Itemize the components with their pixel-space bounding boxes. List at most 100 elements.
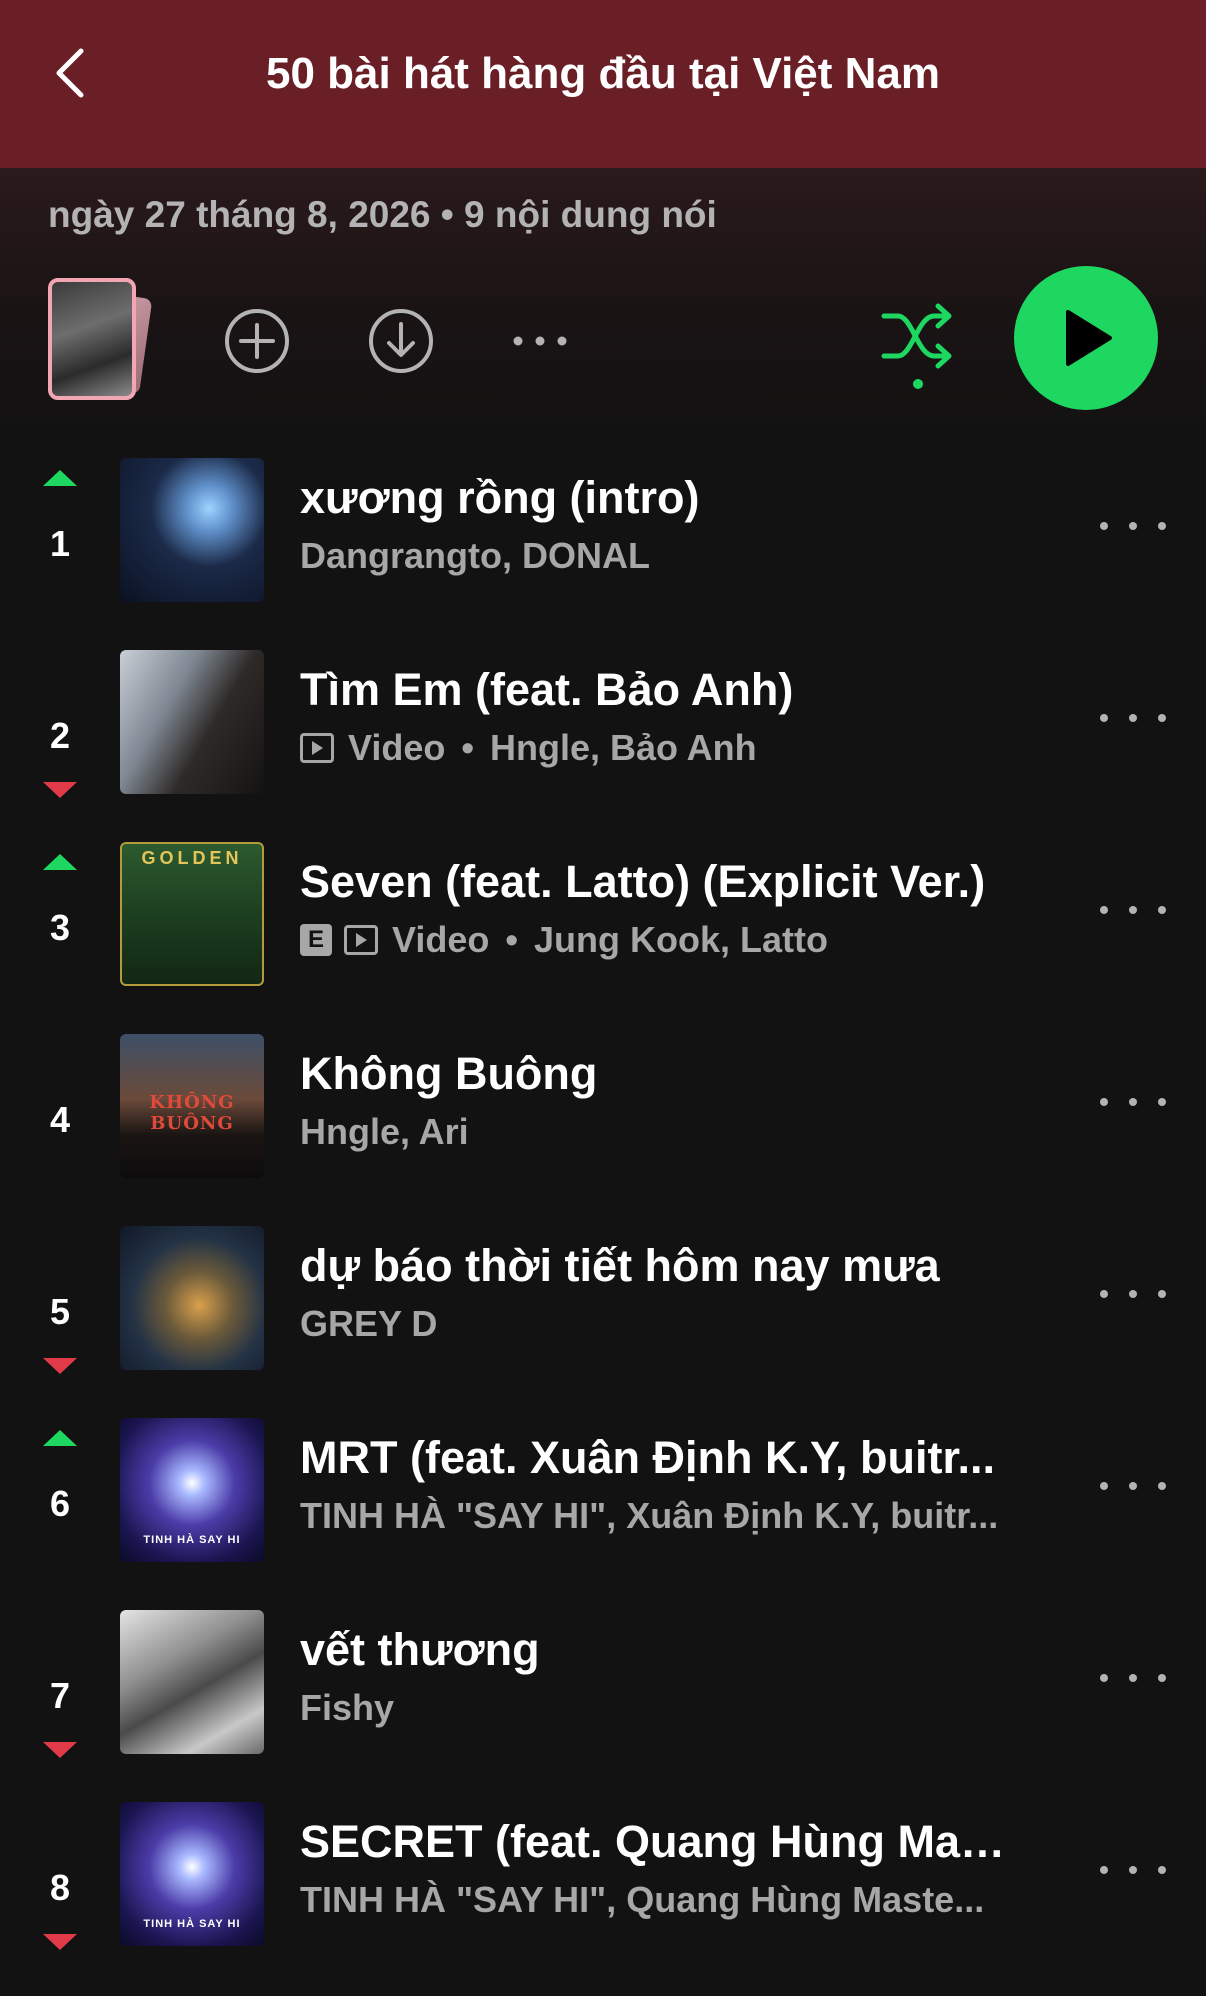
track-info: MRT (feat. Xuân Định K.Y, buitr... TINH H…	[300, 1428, 1020, 1544]
track-title: SECRET (feat. Quang Hùng Mas...	[300, 1816, 1020, 1867]
track-info: Tìm Em (feat. Bảo Anh) Video • Hngle, Bảo A…	[300, 660, 1020, 776]
album-art: GOLDEN	[120, 842, 264, 986]
ellipsis-dot-icon	[1129, 906, 1137, 914]
ellipsis-dot-icon	[1129, 1098, 1137, 1106]
download-circle-icon	[369, 309, 433, 373]
album-art: TINH HÀ SAY HI	[120, 1418, 264, 1562]
track-artists: Jung Kook, Latto	[533, 919, 828, 960]
rank-column: 2	[28, 642, 92, 834]
track-more-options-button[interactable]	[1100, 1850, 1166, 1890]
track-rank: 2	[49, 715, 71, 756]
separator-dot: •	[461, 727, 474, 768]
track-title: dự báo thời tiết hôm nay mưa	[300, 1240, 940, 1291]
album-art-text: KHÔNG BUÔNG	[149, 1092, 235, 1134]
separator-dot: •	[505, 919, 518, 960]
ellipsis-dot-icon	[1129, 1866, 1137, 1874]
ellipsis-dot-icon	[1100, 1098, 1108, 1106]
track-row[interactable]: 8 TINH HÀ SAY HI SECRET (feat. Quang Hùng …	[0, 1794, 1206, 1986]
ellipsis-dot-icon	[1100, 1290, 1108, 1298]
playlist-cover-thumbnail[interactable]	[48, 278, 153, 400]
ellipsis-dot-icon	[1100, 1674, 1108, 1682]
track-more-options-button[interactable]	[1100, 1658, 1166, 1698]
track-artists: Fishy	[300, 1687, 395, 1728]
album-art: TINH HÀ SAY HI	[120, 1802, 264, 1946]
track-more-options-button[interactable]	[1100, 890, 1166, 930]
track-info: SECRET (feat. Quang Hùng Mas... TINH HÀ "…	[300, 1812, 1020, 1928]
track-row[interactable]: 6 TINH HÀ SAY HI MRT (feat. Xuân Định K.Y,…	[0, 1410, 1206, 1602]
video-label: Video	[348, 727, 446, 768]
track-row[interactable]: 5 dự báo thời tiết hôm nay mưa GREY D	[0, 1218, 1206, 1410]
track-artists: TINH HÀ "SAY HI", Xuân Định K.Y, buitr..…	[300, 1495, 999, 1536]
trend-down-icon	[43, 782, 77, 798]
track-subtitle: Dangrangto, DONAL	[300, 528, 1020, 584]
track-title: Tìm Em (feat. Bảo Anh)	[300, 664, 794, 715]
rank-column: 1	[28, 450, 92, 642]
track-more-options-button[interactable]	[1100, 1274, 1166, 1314]
ellipsis-dot-icon	[1158, 714, 1166, 722]
shuffle-icon	[881, 303, 952, 389]
ellipsis-dot-icon	[1100, 1482, 1108, 1490]
track-row[interactable]: 4 KHÔNG BUÔNG Không Buông Hngle, Ari	[0, 1026, 1206, 1218]
more-options-button[interactable]	[505, 306, 575, 376]
album-art	[120, 458, 264, 602]
track-rank: 6	[49, 1483, 71, 1524]
track-rank: 4	[49, 1099, 71, 1140]
track-info: dự báo thời tiết hôm nay mưa GREY D	[300, 1236, 1020, 1352]
ellipsis-dot-icon	[1129, 1674, 1137, 1682]
track-subtitle: Hngle, Ari	[300, 1104, 1020, 1160]
track-more-options-button[interactable]	[1100, 1082, 1166, 1122]
ellipsis-dot-icon	[1158, 906, 1166, 914]
ellipsis-dot-icon	[1158, 1290, 1166, 1298]
rank-column: 4	[28, 1026, 92, 1218]
track-title: xương rồng (intro)	[300, 472, 700, 523]
shuffle-button[interactable]	[878, 298, 958, 394]
video-label: Video	[392, 919, 490, 960]
track-artists: Hngle, Bảo Anh	[489, 727, 757, 768]
ellipsis-dot-icon	[1158, 1098, 1166, 1106]
album-art: KHÔNG BUÔNG	[120, 1034, 264, 1178]
trend-up-icon	[43, 470, 77, 486]
trend-up-icon	[43, 854, 77, 870]
video-icon	[300, 733, 334, 763]
ellipsis-dot-icon	[1158, 1866, 1166, 1874]
track-row[interactable]: 7 vết thương Fishy	[0, 1602, 1206, 1794]
album-art-text: TINH HÀ SAY HI	[143, 1918, 241, 1930]
rank-column: 7	[28, 1602, 92, 1794]
track-rank: 3	[49, 907, 71, 948]
ellipsis-dot-icon	[1100, 1866, 1108, 1874]
explicit-badge: E	[300, 924, 332, 956]
track-row[interactable]: 1 xương rồng (intro) Dangrangto, DONAL	[0, 450, 1206, 642]
back-button[interactable]	[40, 40, 100, 106]
ellipsis-dot-icon	[1100, 714, 1108, 722]
cover-front-card	[48, 278, 136, 400]
track-rank: 1	[49, 523, 71, 564]
track-subtitle: E Video • Jung Kook, Latto	[300, 912, 1020, 968]
playlist-meta: ngày 27 tháng 8, 2026 • 9 nội dung nói	[48, 194, 717, 235]
track-artists: GREY D	[300, 1303, 438, 1344]
album-art-text: GOLDEN	[141, 848, 243, 868]
track-artists: Hngle, Ari	[300, 1111, 469, 1152]
track-title: MRT (feat. Xuân Định K.Y, buitr...	[300, 1432, 996, 1483]
track-more-options-button[interactable]	[1100, 698, 1166, 738]
play-button[interactable]	[1014, 266, 1158, 410]
track-subtitle: TINH HÀ "SAY HI", Quang Hùng Maste...	[300, 1872, 1020, 1928]
ellipsis-icon	[513, 336, 567, 346]
ellipsis-dot-icon	[1129, 1290, 1137, 1298]
add-to-library-button[interactable]	[222, 306, 292, 376]
track-title: vết thương	[300, 1624, 540, 1675]
track-rank: 8	[49, 1867, 71, 1908]
ellipsis-dot-icon	[1158, 1482, 1166, 1490]
track-more-options-button[interactable]	[1100, 506, 1166, 546]
track-info: Không Buông Hngle, Ari	[300, 1044, 1020, 1160]
ellipsis-dot-icon	[1129, 1482, 1137, 1490]
track-row[interactable]: 2 Tìm Em (feat. Bảo Anh) Video • Hngle, Bảo …	[0, 642, 1206, 834]
track-info: vết thương Fishy	[300, 1620, 1020, 1736]
track-row[interactable]: 3 GOLDEN Seven (feat. Latto) (Explicit Ver…	[0, 834, 1206, 1026]
ellipsis-dot-icon	[1129, 714, 1137, 722]
ellipsis-dot-icon	[1129, 522, 1137, 530]
ellipsis-dot-icon	[1100, 522, 1108, 530]
album-art	[120, 1226, 264, 1370]
track-rank: 5	[49, 1291, 71, 1332]
track-more-options-button[interactable]	[1100, 1466, 1166, 1506]
download-button[interactable]	[366, 306, 436, 376]
